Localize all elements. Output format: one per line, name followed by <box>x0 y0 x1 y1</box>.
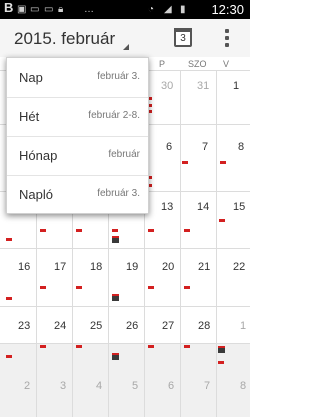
event-marker <box>40 286 46 289</box>
event-marker <box>220 161 226 164</box>
next-month-row-bg <box>0 343 250 417</box>
weekday-label: SZO <box>188 59 207 69</box>
event-marker <box>184 229 190 232</box>
day-cell[interactable]: 1 <box>240 320 246 332</box>
view-dropdown: Nap február 3. Hét február 2-8. Hónap fe… <box>6 57 149 214</box>
day-cell[interactable]: 27 <box>162 320 174 332</box>
dropdown-item-agenda[interactable]: Napló február 3. <box>7 175 148 214</box>
day-cell[interactable]: 23 <box>18 320 30 332</box>
dropdown-item-month[interactable]: Hónap február <box>7 136 148 176</box>
dropdown-arrow-icon[interactable] <box>123 44 129 50</box>
event-marker <box>148 345 154 348</box>
calendar-icon <box>174 28 192 32</box>
overflow-menu-icon[interactable] <box>225 29 229 50</box>
day-cell[interactable]: 18 <box>90 261 102 273</box>
chat-icon: ▭ <box>44 4 54 15</box>
signal-icon: ◢ <box>164 4 172 15</box>
day-cell[interactable]: 8 <box>238 141 244 153</box>
day-cell[interactable]: 7 <box>204 380 210 392</box>
event-marker <box>184 286 190 289</box>
battery-icon: ▮ <box>180 4 186 15</box>
event-marker <box>6 297 12 300</box>
day-cell[interactable]: 15 <box>233 201 245 213</box>
day-cell[interactable]: 3 <box>60 380 66 392</box>
event-marker <box>182 161 188 164</box>
day-cell[interactable]: 30 <box>161 80 173 92</box>
day-cell[interactable]: 20 <box>162 261 174 273</box>
image-icon: ▣ <box>17 4 27 15</box>
month-title[interactable]: 2015. február <box>14 29 115 49</box>
day-cell[interactable]: 1 <box>233 80 239 92</box>
event-marker <box>218 346 225 353</box>
dropdown-item-label: Hét <box>19 109 40 124</box>
event-marker <box>40 229 46 232</box>
chat-icon: ▭ <box>30 4 40 15</box>
weekday-label: P <box>159 59 166 69</box>
day-cell[interactable]: 4 <box>96 380 102 392</box>
event-marker <box>76 345 82 348</box>
event-marker <box>148 229 154 232</box>
day-cell[interactable]: 25 <box>90 320 102 332</box>
day-cell[interactable]: 7 <box>202 141 208 153</box>
day-cell[interactable]: 24 <box>54 320 66 332</box>
day-cell[interactable]: 21 <box>198 261 210 273</box>
today-button[interactable]: 3 <box>174 28 192 47</box>
lock-icon: 🔒︎ <box>58 4 64 15</box>
b-icon: B <box>4 0 14 15</box>
day-cell[interactable]: 26 <box>126 320 138 332</box>
day-cell[interactable]: 14 <box>197 201 209 213</box>
event-marker <box>6 238 12 241</box>
event-marker <box>6 355 12 358</box>
day-cell[interactable]: 16 <box>18 261 30 273</box>
day-cell[interactable]: 19 <box>126 261 138 273</box>
day-cell[interactable]: 5 <box>132 380 138 392</box>
dropdown-item-sub: február 2-8. <box>88 110 140 121</box>
dropdown-item-sub: február 3. <box>97 71 140 82</box>
day-cell[interactable]: 8 <box>240 380 246 392</box>
event-marker <box>219 219 225 222</box>
day-cell[interactable]: 22 <box>233 261 245 273</box>
dropdown-item-label: Nap <box>19 70 43 85</box>
event-marker <box>112 294 119 301</box>
day-cell[interactable]: 28 <box>198 320 210 332</box>
event-marker <box>112 229 118 232</box>
event-marker <box>76 229 82 232</box>
event-marker <box>112 353 119 360</box>
day-cell[interactable]: 6 <box>166 141 172 153</box>
clock: 12:30 <box>211 2 244 17</box>
day-cell[interactable]: 31 <box>197 80 209 92</box>
dropdown-item-label: Hónap <box>19 148 58 163</box>
day-cell[interactable]: 17 <box>54 261 66 273</box>
day-cell[interactable]: 2 <box>24 380 30 392</box>
action-bar: 2015. február <box>0 19 250 58</box>
event-marker <box>218 361 224 364</box>
dropdown-item-week[interactable]: Hét február 2-8. <box>7 97 148 137</box>
ellipsis-icon: … <box>84 4 94 15</box>
dropdown-item-label: Napló <box>19 187 53 202</box>
event-marker <box>184 345 190 348</box>
day-cell[interactable]: 13 <box>161 201 173 213</box>
weekday-label: V <box>223 59 230 69</box>
event-marker <box>76 286 82 289</box>
dropdown-item-sub: február <box>108 149 140 160</box>
wifi-icon: ◔ <box>148 4 155 15</box>
status-bar: B ▣ ▭ ▭ 🔒︎ … ◔ ◢ ▮ 12:30 <box>0 0 250 19</box>
event-marker <box>112 236 119 243</box>
event-marker <box>148 286 154 289</box>
dropdown-item-sub: február 3. <box>97 188 140 199</box>
today-number: 3 <box>180 33 186 44</box>
day-cell[interactable]: 6 <box>168 380 174 392</box>
event-marker <box>40 345 46 348</box>
dropdown-item-day[interactable]: Nap február 3. <box>7 58 148 98</box>
